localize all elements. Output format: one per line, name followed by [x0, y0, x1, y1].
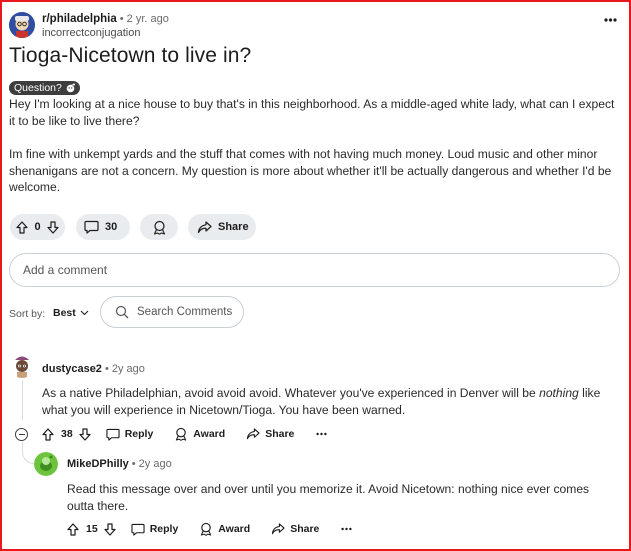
- subreddit-avatar[interactable]: [9, 12, 35, 38]
- share-button[interactable]: Share: [271, 523, 319, 535]
- share-label: Share: [290, 523, 320, 535]
- share-icon: [271, 523, 285, 535]
- comments-button[interactable]: 30: [76, 214, 130, 240]
- search-icon: [115, 305, 129, 319]
- comment-icon: [106, 428, 120, 441]
- comment-text: As a native Philadelphian, avoid avoid a…: [42, 386, 540, 400]
- reply-label: Reply: [149, 523, 179, 535]
- post-body: Hey I'm looking at a nice house to buy t…: [9, 96, 621, 213]
- reply-button[interactable]: Reply: [106, 428, 154, 441]
- comment-icon: [131, 523, 145, 536]
- post-vote-count: 0: [34, 221, 41, 233]
- avatar[interactable]: [34, 452, 58, 476]
- award-button[interactable]: [140, 214, 178, 240]
- share-label: Share: [218, 221, 249, 233]
- comment-vote-count: 15: [86, 523, 98, 535]
- more-icon[interactable]: [604, 18, 617, 22]
- post-vote-bar: 0: [10, 214, 65, 240]
- downvote-icon[interactable]: [79, 427, 91, 441]
- post-paragraph: Hey I'm looking at a nice house to buy t…: [9, 97, 615, 128]
- reply-button[interactable]: Reply: [131, 523, 179, 536]
- avatar[interactable]: [9, 352, 35, 378]
- search-comments-placeholder: Search Comments: [137, 306, 233, 318]
- share-button[interactable]: Share: [246, 428, 294, 440]
- share-label: Share: [265, 428, 295, 440]
- flair-label: Question?: [14, 82, 62, 94]
- comment-body: As a native Philadelphian, avoid avoid a…: [42, 385, 620, 418]
- add-comment-input[interactable]: Add a comment: [9, 253, 620, 287]
- post-meta: r/philadelphia • 2 yr. ago: [42, 13, 169, 25]
- award-icon: [199, 522, 213, 536]
- comment-author[interactable]: MikeDPhilly: [67, 458, 129, 470]
- upvote-icon[interactable]: [67, 522, 79, 536]
- thread-line[interactable]: [22, 380, 23, 420]
- comment-actions: 15 Reply Award Share: [67, 522, 352, 536]
- upvote-icon[interactable]: [16, 220, 28, 234]
- comment-body: Read this message over and over until yo…: [67, 482, 590, 513]
- sort-label: Sort by:: [9, 308, 46, 320]
- share-icon: [246, 428, 260, 440]
- comment-time: • 2y ago: [131, 458, 172, 470]
- downvote-icon[interactable]: [47, 220, 59, 234]
- comment-icon: [84, 220, 99, 234]
- sort-dropdown[interactable]: Best: [53, 307, 89, 319]
- comment-emphasis: nothing: [539, 386, 579, 400]
- more-icon[interactable]: [316, 432, 327, 436]
- comment-meta: dustycase2 • 2y ago: [42, 363, 145, 375]
- comment-vote-count: 38: [61, 428, 73, 440]
- post-paragraph: Im fine with unkempt yards and the stuff…: [9, 147, 612, 194]
- award-button[interactable]: Award: [199, 522, 250, 536]
- chevron-down-icon: [80, 310, 89, 316]
- post-title: Tioga-Nicetown to live in?: [9, 44, 252, 67]
- search-comments-input[interactable]: Search Comments: [100, 296, 244, 328]
- share-button[interactable]: Share: [188, 214, 256, 240]
- post-flair[interactable]: Question?: [9, 81, 80, 95]
- award-icon: [174, 427, 188, 441]
- sort-value: Best: [53, 307, 76, 319]
- award-icon: [152, 220, 167, 235]
- comment-meta: MikeDPhilly • 2y ago: [67, 458, 172, 470]
- post-page: r/philadelphia • 2 yr. ago incorrectconj…: [0, 0, 631, 551]
- award-label: Award: [218, 523, 251, 535]
- share-icon: [197, 220, 212, 234]
- flair-emoji-icon: [65, 83, 76, 93]
- comment-author[interactable]: dustycase2: [42, 363, 102, 375]
- downvote-icon[interactable]: [104, 522, 116, 536]
- collapse-icon[interactable]: [15, 428, 28, 441]
- reply-label: Reply: [124, 428, 154, 440]
- post-author[interactable]: incorrectconjugation: [42, 27, 140, 39]
- award-button[interactable]: Award: [174, 427, 225, 441]
- upvote-icon[interactable]: [42, 427, 54, 441]
- award-label: Award: [193, 428, 226, 440]
- add-comment-placeholder: Add a comment: [23, 263, 108, 277]
- comment-time: • 2y ago: [104, 363, 145, 375]
- comment-actions: 38 Reply Award Share: [42, 427, 327, 441]
- subreddit-link[interactable]: r/philadelphia: [42, 13, 117, 25]
- post-time: • 2 yr. ago: [119, 13, 169, 25]
- more-icon[interactable]: [341, 527, 352, 531]
- comments-count: 30: [105, 221, 118, 233]
